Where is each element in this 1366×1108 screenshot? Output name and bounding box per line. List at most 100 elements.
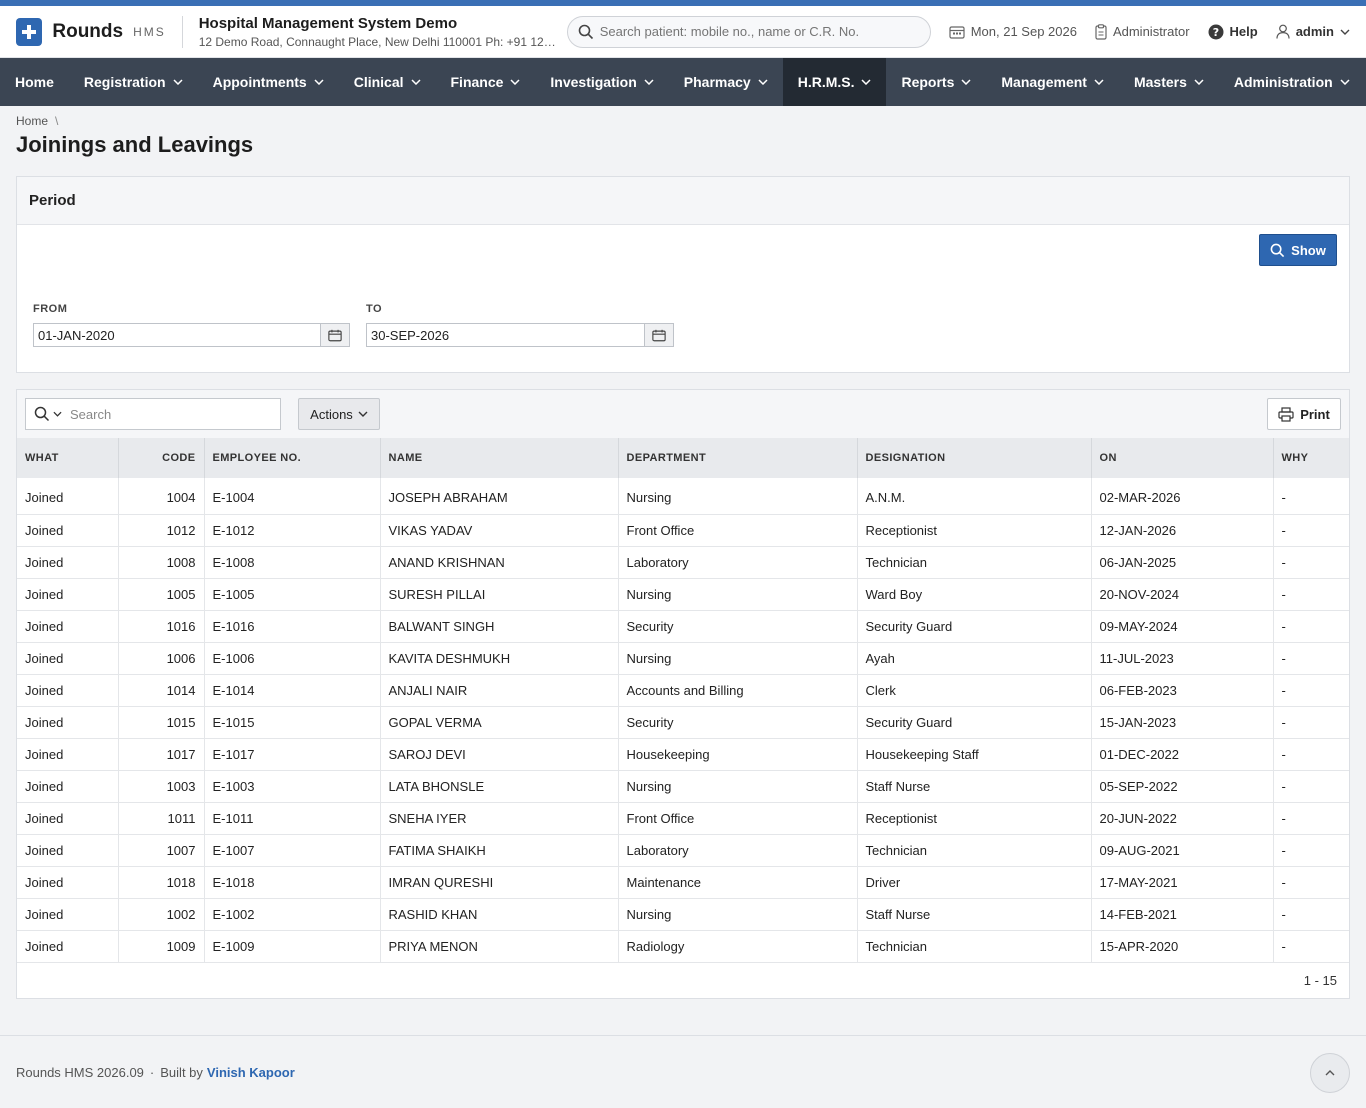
- table-cell: IMRAN QURESHI: [379, 865, 618, 898]
- from-date-input[interactable]: [33, 323, 320, 347]
- clipboard-icon: [1095, 23, 1107, 40]
- nav-item-label: Pharmacy: [683, 74, 751, 90]
- footer-author-link[interactable]: Vinish Kapoor: [207, 1065, 295, 1080]
- table-cell: 1011: [117, 801, 204, 834]
- column-header-employee-no[interactable]: EMPLOYEE NO.: [203, 438, 380, 478]
- from-calendar-button[interactable]: [320, 323, 350, 347]
- table-cell: -: [1272, 545, 1349, 578]
- nav-item-masters[interactable]: Masters: [1119, 58, 1219, 106]
- table-cell: GOPAL VERMA: [379, 705, 618, 738]
- table-cell: -: [1272, 737, 1349, 770]
- table-cell: 1016: [117, 609, 204, 642]
- table-cell: Driver: [856, 865, 1091, 898]
- table-cell: Joined: [17, 545, 118, 578]
- nav-item-label: Management: [1001, 74, 1087, 90]
- column-header-name[interactable]: NAME: [379, 438, 618, 478]
- table-cell: SURESH PILLAI: [379, 577, 618, 610]
- nav-item-label: Clinical: [353, 74, 404, 90]
- nav-item-h-r-m-s[interactable]: H.R.M.S.: [782, 58, 887, 106]
- nav-item-administration[interactable]: Administration: [1219, 58, 1365, 106]
- table-cell: Security: [617, 705, 857, 738]
- table-cell: E-1003: [203, 769, 380, 802]
- role-label: Administrator: [1112, 24, 1190, 39]
- nav-item-appointments[interactable]: Appointments: [198, 58, 339, 106]
- table-cell: JOSEPH ABRAHAM: [379, 478, 618, 514]
- report-search-input[interactable]: [70, 406, 270, 422]
- nav-item-investigation[interactable]: Investigation: [535, 58, 668, 106]
- scroll-top-button[interactable]: [1310, 1053, 1350, 1093]
- table-cell: E-1011: [203, 801, 380, 834]
- show-button[interactable]: Show: [1259, 234, 1337, 266]
- chevron-down-icon: [861, 79, 872, 85]
- table-cell: Nursing: [617, 769, 857, 802]
- print-button[interactable]: Print: [1267, 398, 1341, 430]
- column-header-code[interactable]: CODE: [117, 438, 204, 478]
- table-cell: Joined: [17, 705, 118, 738]
- table-cell: -: [1272, 673, 1349, 706]
- column-header-what[interactable]: WHAT: [17, 438, 118, 478]
- column-header-designation[interactable]: DESIGNATION: [856, 438, 1091, 478]
- table-cell: Security: [617, 609, 857, 642]
- chevron-down-icon[interactable]: [53, 411, 62, 417]
- table-cell: E-1018: [203, 865, 380, 898]
- nav-item-label: Masters: [1133, 74, 1187, 90]
- column-header-on[interactable]: ON: [1090, 438, 1273, 478]
- table-cell: 1015: [117, 705, 204, 738]
- table-cell: E-1008: [203, 545, 380, 578]
- user-label: admin: [1295, 24, 1334, 39]
- table-row: Joined 1004 E-1004 JOSEPH ABRAHAM Nursing A.N…: [17, 478, 1349, 514]
- report-search[interactable]: [25, 398, 281, 430]
- chevron-down-icon: [644, 79, 654, 85]
- table-row: Joined 1012 E-1012 VIKAS YADAV Front Office R…: [17, 513, 1349, 546]
- table-cell: 1014: [117, 673, 204, 706]
- nav-item-home[interactable]: Home: [0, 58, 69, 106]
- user-menu[interactable]: admin: [1276, 24, 1350, 39]
- help-link[interactable]: ? Help: [1208, 24, 1258, 40]
- role-selector[interactable]: Administrator: [1095, 23, 1190, 40]
- nav-item-label: Registration: [83, 74, 166, 90]
- table-cell: E-1004: [203, 478, 380, 514]
- logo-icon[interactable]: [16, 17, 43, 46]
- column-header-why[interactable]: WHY: [1272, 438, 1349, 478]
- table-cell: Accounts and Billing: [617, 673, 857, 706]
- table-cell: E-1005: [203, 577, 380, 610]
- table-row: Joined 1006 E-1006 KAVITA DESHMUKH Nursing Ay…: [17, 641, 1349, 674]
- table-cell: 15-APR-2020: [1090, 929, 1273, 962]
- actions-button[interactable]: Actions: [298, 398, 380, 430]
- patient-search[interactable]: [566, 15, 931, 48]
- nav-item-label: Home: [15, 74, 54, 90]
- table-cell: Technician: [856, 545, 1091, 578]
- table-cell: Nursing: [617, 897, 857, 930]
- show-button-label: Show: [1291, 242, 1326, 258]
- patient-search-input[interactable]: [599, 24, 920, 39]
- table-cell: -: [1272, 833, 1349, 866]
- table-cell: Joined: [17, 641, 118, 674]
- nav-item-registration[interactable]: Registration: [69, 58, 198, 106]
- table-cell: 1012: [117, 513, 204, 546]
- table-cell: 1004: [117, 478, 204, 514]
- from-label: FROM: [33, 303, 68, 315]
- nav-item-reports[interactable]: Reports: [886, 58, 986, 106]
- column-header-department[interactable]: DEPARTMENT: [617, 438, 857, 478]
- to-date-input[interactable]: [366, 323, 644, 347]
- nav-item-finance[interactable]: Finance: [436, 58, 536, 106]
- table-cell: Joined: [17, 833, 118, 866]
- table-cell: KAVITA DESHMUKH: [379, 641, 618, 674]
- search-icon[interactable]: [34, 406, 50, 422]
- nav-item-pharmacy[interactable]: Pharmacy: [669, 58, 783, 106]
- nav-item-clinical[interactable]: Clinical: [339, 58, 436, 106]
- nav-item-label: Appointments: [212, 74, 307, 90]
- table-cell: E-1015: [203, 705, 380, 738]
- table-row: Joined 1015 E-1015 GOPAL VERMA Security Secur…: [17, 705, 1349, 738]
- breadcrumb-home[interactable]: Home: [16, 114, 48, 128]
- brand-name[interactable]: Rounds: [52, 21, 123, 43]
- table-cell: -: [1272, 641, 1349, 674]
- chevron-down-icon: [758, 79, 768, 85]
- table-cell: 12-JAN-2026: [1090, 513, 1273, 546]
- to-calendar-button[interactable]: [644, 323, 674, 347]
- table-row: Joined 1016 E-1016 BALWANT SINGH Security Sec…: [17, 609, 1349, 642]
- pagination-label: 1 - 15: [1303, 973, 1337, 988]
- table-cell: Nursing: [617, 577, 857, 610]
- print-label: Print: [1300, 406, 1330, 422]
- nav-item-management[interactable]: Management: [986, 58, 1119, 106]
